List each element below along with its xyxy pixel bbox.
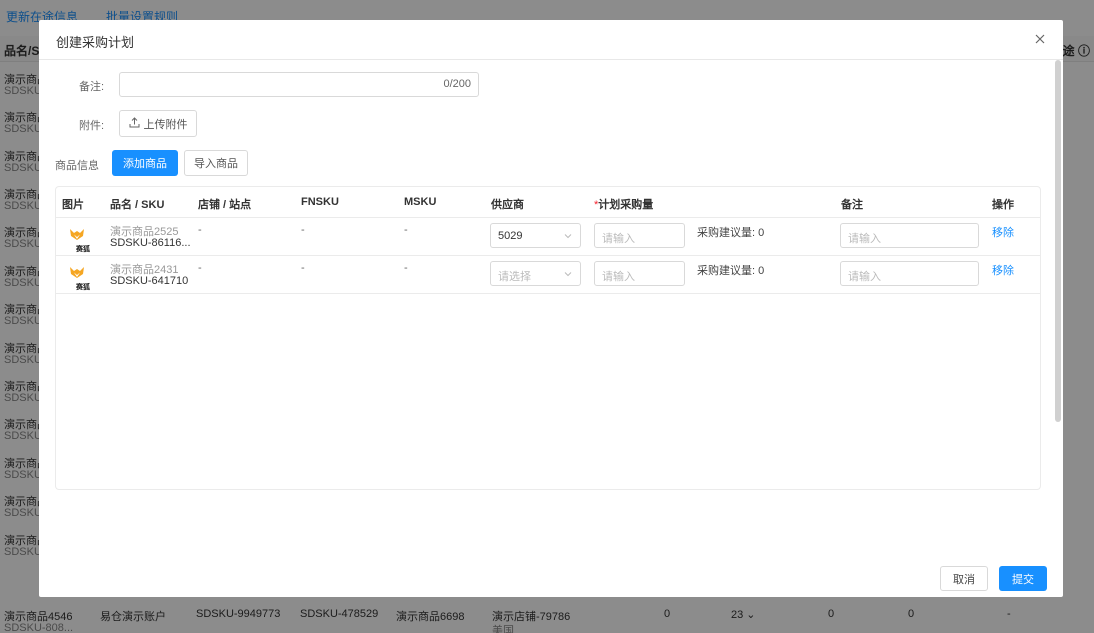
fnsku-value: - <box>301 224 305 236</box>
header-fnsku: FNSKU <box>301 196 339 208</box>
table-row: 赛狐 演示商品2525 SDSKU-86116... - - - 5029 请输… <box>56 218 1040 256</box>
remark-input[interactable]: 0/200 <box>119 72 479 97</box>
planned-qty-placeholder: 请输入 <box>602 271 635 283</box>
store-site-value: - <box>198 262 202 274</box>
suggested-qty-label: 采购建议量: <box>697 265 756 277</box>
remark-char-count: 0/200 <box>443 78 471 90</box>
close-icon[interactable] <box>1031 30 1049 48</box>
product-sku: SDSKU-641710 <box>110 275 189 287</box>
header-msku: MSKU <box>404 196 437 208</box>
import-product-button[interactable]: 导入商品 <box>184 150 248 176</box>
fnsku-value: - <box>301 262 305 274</box>
submit-button[interactable]: 提交 <box>999 566 1047 591</box>
remove-link[interactable]: 移除 <box>992 262 1014 278</box>
table-row: 赛狐 演示商品2431 SDSKU-641710 - - - 请选择 请输入 采… <box>56 256 1040 294</box>
create-purchase-plan-modal: 创建采购计划 备注: 0/200 附件: 上传附件 商品信息 添加商品 导入商品… <box>39 20 1063 597</box>
suggested-qty-value: 0 <box>758 227 765 239</box>
store-site-value: - <box>198 224 202 236</box>
header-action: 操作 <box>992 199 1014 211</box>
upload-attachment-button[interactable]: 上传附件 <box>119 110 197 137</box>
cancel-button[interactable]: 取消 <box>940 566 988 591</box>
product-info-label: 商品信息 <box>55 160 99 172</box>
product-table: 图片 品名 / SKU 店铺 / 站点 FNSKU MSKU 供应商 *计划采购… <box>55 186 1041 490</box>
header-name-sku: 品名 / SKU <box>110 199 165 211</box>
row-remark-input[interactable]: 请输入 <box>840 223 979 248</box>
upload-icon <box>129 116 140 131</box>
chevron-down-icon <box>563 269 573 282</box>
modal-header: 创建采购计划 <box>39 20 1063 60</box>
product-logo-text: 赛狐 <box>76 246 90 253</box>
product-logo-text: 赛狐 <box>76 284 90 291</box>
header-image: 图片 <box>62 199 84 211</box>
upload-attachment-label: 上传附件 <box>143 118 188 131</box>
supplier-select[interactable]: 5029 <box>490 223 581 248</box>
add-product-button[interactable]: 添加商品 <box>112 150 178 176</box>
chevron-down-icon <box>563 231 573 244</box>
row-remark-placeholder: 请输入 <box>848 233 881 245</box>
table-header: 图片 品名 / SKU 店铺 / 站点 FNSKU MSKU 供应商 *计划采购… <box>56 187 1040 218</box>
suggested-qty-value: 0 <box>758 265 765 277</box>
planned-qty-input[interactable]: 请输入 <box>594 261 685 286</box>
product-sku: SDSKU-86116... <box>110 237 191 249</box>
modal-scrollbar[interactable] <box>1055 60 1061 422</box>
modal-title: 创建采购计划 <box>56 35 135 50</box>
planned-qty-placeholder: 请输入 <box>602 233 635 245</box>
row-remark-placeholder: 请输入 <box>848 271 881 283</box>
planned-qty-input[interactable]: 请输入 <box>594 223 685 248</box>
msku-value: - <box>404 262 408 274</box>
supplier-select-placeholder: 请选择 <box>498 271 531 283</box>
header-planned-qty: *计划采购量 <box>594 196 653 212</box>
remove-link[interactable]: 移除 <box>992 224 1014 240</box>
supplier-select-value: 5029 <box>498 230 523 242</box>
header-planned-qty-label: 计划采购量 <box>598 199 654 211</box>
suggested-qty: 采购建议量: 0 <box>697 224 764 240</box>
row-remark-input[interactable]: 请输入 <box>840 261 979 286</box>
suggested-qty-label: 采购建议量: <box>697 227 756 239</box>
msku-value: - <box>404 224 408 236</box>
header-store-site: 店铺 / 站点 <box>198 199 252 211</box>
header-supplier: 供应商 <box>491 199 524 211</box>
supplier-select[interactable]: 请选择 <box>490 261 581 286</box>
remark-label: 备注: <box>79 81 105 93</box>
header-remark: 备注 <box>841 199 863 211</box>
attachment-label: 附件: <box>79 120 105 132</box>
suggested-qty: 采购建议量: 0 <box>697 262 764 278</box>
